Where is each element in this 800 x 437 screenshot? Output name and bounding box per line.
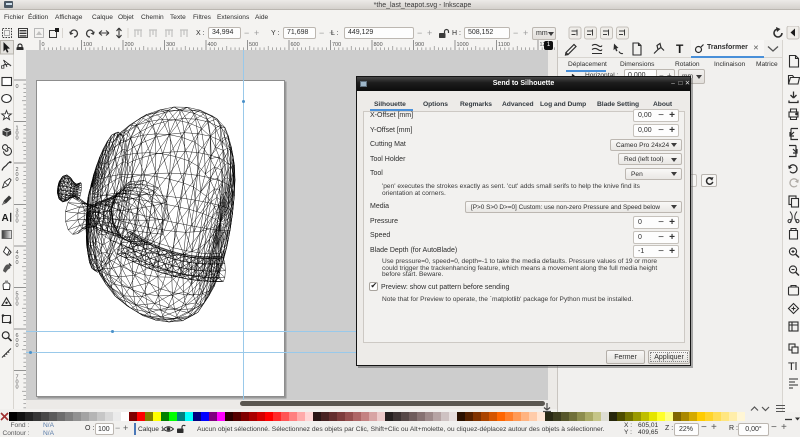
svg-text:0: 0 [16,343,19,349]
svg-text:400: 400 [208,42,217,48]
svg-text:800: 800 [374,42,383,48]
svg-text:100: 100 [83,42,92,48]
svg-text:600: 600 [291,42,300,48]
svg-text:A: A [2,213,9,224]
svg-text:0: 0 [42,42,45,48]
svg-text:0: 0 [16,302,19,308]
svg-text:1000: 1000 [457,42,469,48]
svg-text:200: 200 [125,42,134,48]
svg-text:900: 900 [415,42,424,48]
svg-text:0: 0 [16,136,19,142]
svg-text:700: 700 [332,42,341,48]
svg-text:0: 0 [16,219,19,225]
svg-text:500: 500 [249,42,258,48]
svg-text:300: 300 [166,42,175,48]
svg-text:0: 0 [16,385,19,391]
svg-text:0: 0 [16,84,19,90]
svg-text:0: 0 [16,177,19,183]
svg-text:T: T [788,361,795,373]
svg-text:0: 0 [16,260,19,266]
svg-text:T: T [676,42,684,56]
svg-text:1100: 1100 [498,42,510,48]
